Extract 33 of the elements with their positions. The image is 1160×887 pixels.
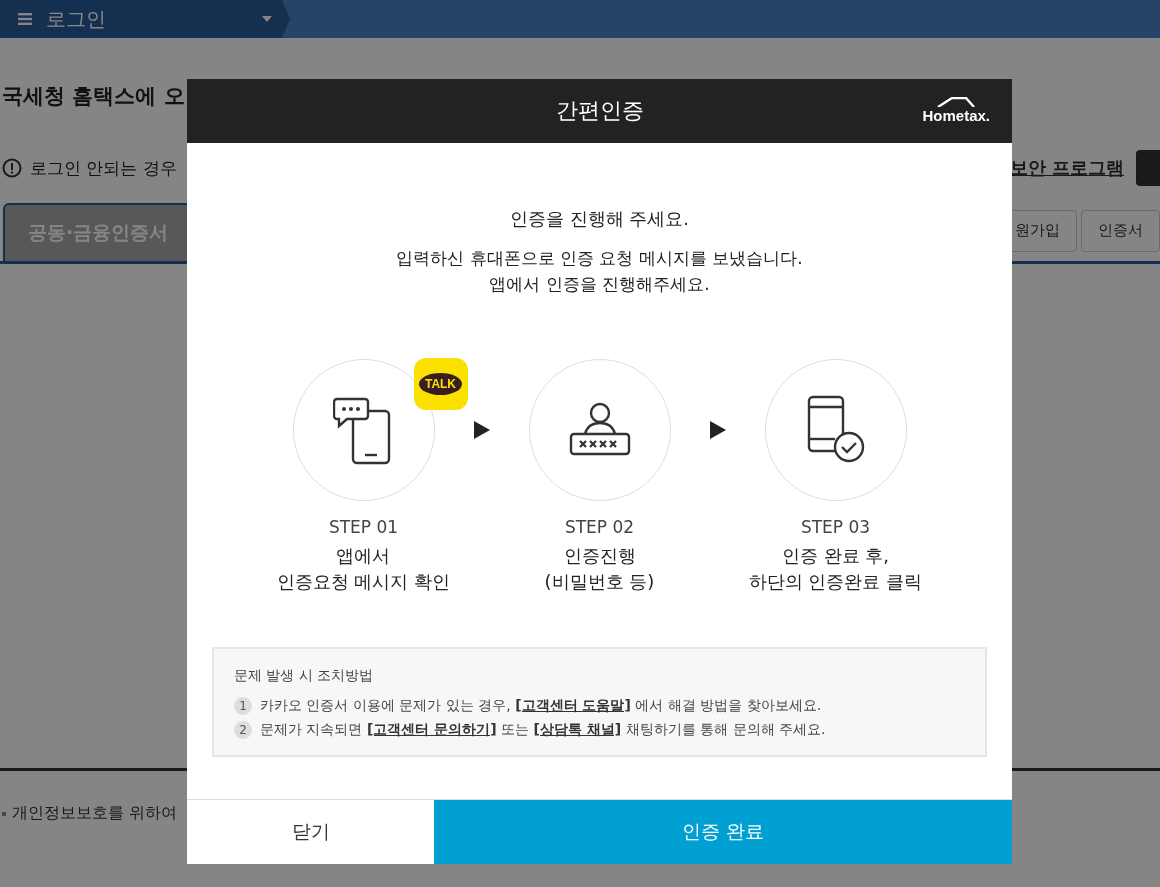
- warning-icon: [2, 158, 22, 178]
- menu-icon[interactable]: [18, 13, 32, 25]
- side-button[interactable]: 인증서: [1081, 209, 1160, 252]
- page-title: 로그인: [46, 5, 107, 33]
- confirm-button[interactable]: 인증 완료: [434, 800, 1012, 864]
- help-title: 문제 발생 시 조치방법: [234, 667, 375, 685]
- step-number-badge: 1: [234, 697, 252, 715]
- caret-icon[interactable]: [262, 16, 272, 22]
- instruction-text: 입력하신 휴대폰으로 인증 요청 메시지를 보냈습니다. 앱에서 인증을 진행해주세요.: [396, 247, 803, 296]
- footer-note: 개인정보보호를 위하여: [12, 803, 178, 824]
- arrow-icon: [473, 421, 490, 439]
- arrow-icon: [709, 421, 726, 439]
- step-number: STEP 02: [564, 517, 635, 537]
- step-number-badge: 2: [234, 721, 252, 739]
- welcome-heading: 국세청 홈택스에 오: [2, 83, 186, 110]
- help-link[interactable]: [고객센터 도움말]: [515, 697, 631, 713]
- step-description: 인증 완료 후, 하단의 인증완료 클릭: [748, 544, 923, 594]
- help-sentence: 카카오 인증서 이용에 문제가 있는 경우, [고객센터 도움말] 에서 해결 방법을 찾아보세요.: [260, 697, 822, 715]
- step-description: 앱에서 인증요청 메시지 확인: [276, 544, 451, 594]
- bullet-icon: [2, 811, 6, 816]
- step-number: STEP 01: [328, 517, 399, 537]
- step-description: 인증진행 (비밀번호 등): [544, 544, 655, 594]
- help-link[interactable]: [상담톡 채널]: [533, 721, 622, 737]
- step-number: STEP 03: [800, 517, 871, 537]
- login-help-text: 로그인 안되는 경우: [30, 156, 177, 180]
- instruction-heading: 인증을 진행해 주세요.: [509, 207, 690, 231]
- talk-badge: TALK: [413, 358, 468, 410]
- logo: Hometax.: [922, 97, 990, 124]
- help-sentence: 문제가 지속되면 [고객센터 문의하기] 또는 [상담톡 채널] 채팅하기를 통해 문의해 주세요.: [260, 721, 826, 739]
- security-program-link[interactable]: 보안 프로그램: [1009, 156, 1124, 180]
- dialog-title: 간편인증: [555, 97, 644, 125]
- user-password-icon: [568, 402, 631, 458]
- help-link[interactable]: [고객센터 문의하기]: [366, 721, 497, 737]
